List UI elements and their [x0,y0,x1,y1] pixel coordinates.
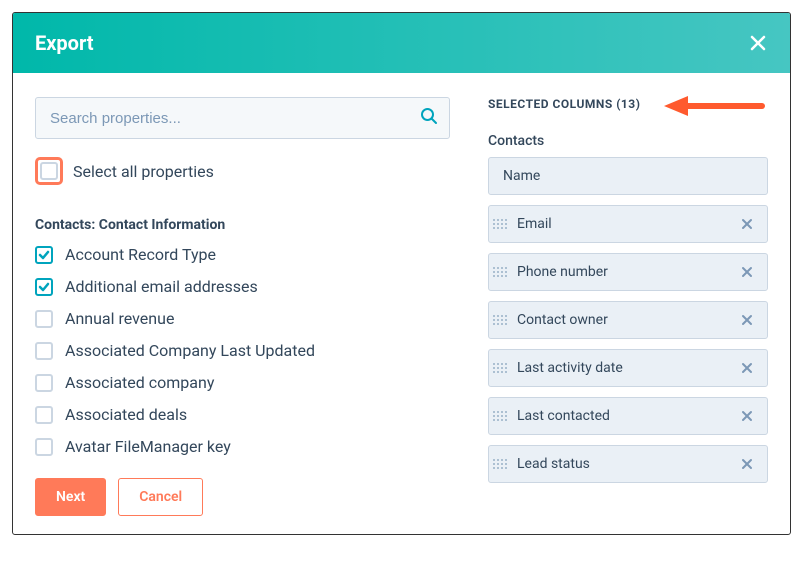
selected-column-label: Name [503,168,757,184]
property-checkbox[interactable] [35,278,53,296]
modal-header: Export [13,13,790,73]
property-list: Account Record Type Additional email addr… [35,245,450,456]
selected-column-item[interactable]: Last contacted [488,397,768,435]
remove-column-button[interactable] [737,454,757,474]
right-pane: SELECTED COLUMNS (13) Contacts Name Email… [478,97,768,516]
selected-columns-group-label: Contacts [488,133,768,149]
property-label: Avatar FileManager key [65,437,231,456]
property-checkbox[interactable] [35,246,53,264]
left-pane: Select all properties Contacts: Contact … [35,97,478,516]
property-checkbox[interactable] [35,406,53,424]
remove-column-button[interactable] [737,406,757,426]
modal-title: Export [35,31,94,55]
footer-buttons: Next Cancel [35,478,450,516]
property-checkbox[interactable] [35,438,53,456]
selected-columns-header: SELECTED COLUMNS (13) [488,97,768,111]
property-item: Avatar FileManager key [35,437,450,456]
property-checkbox[interactable] [35,374,53,392]
remove-column-button[interactable] [737,358,757,378]
property-label: Annual revenue [65,309,174,328]
annotation-highlight-box [35,157,63,185]
cancel-button[interactable]: Cancel [118,478,203,516]
search-icon [420,107,438,129]
selected-column-item[interactable]: Lead status [488,445,768,483]
export-modal: Export S [12,12,791,535]
selected-column-item[interactable]: Name [488,157,768,195]
property-label: Associated Company Last Updated [65,341,315,360]
next-button[interactable]: Next [35,478,106,516]
close-icon [741,266,753,278]
selected-column-label: Phone number [517,264,737,280]
selected-columns-title: SELECTED COLUMNS (13) [488,97,640,111]
remove-column-button[interactable] [737,262,757,282]
drag-handle-icon[interactable] [493,459,507,469]
search-wrap [35,97,450,139]
close-icon [741,218,753,230]
drag-handle-icon[interactable] [493,363,507,373]
search-input[interactable] [35,97,450,139]
close-icon [741,314,753,326]
close-icon [748,33,768,53]
close-icon [741,362,753,374]
drag-handle-icon[interactable] [493,267,507,277]
property-checkbox[interactable] [35,342,53,360]
property-item: Additional email addresses [35,277,450,296]
property-item: Associated deals [35,405,450,424]
property-label: Account Record Type [65,245,216,264]
selected-column-item[interactable]: Contact owner [488,301,768,339]
property-group-title: Contacts: Contact Information [35,217,450,233]
select-all-checkbox[interactable] [40,162,58,180]
property-item: Associated company [35,373,450,392]
close-icon [741,458,753,470]
remove-column-button[interactable] [737,214,757,234]
property-label: Associated deals [65,405,187,424]
property-item: Associated Company Last Updated [35,341,450,360]
selected-column-item[interactable]: Email [488,205,768,243]
selected-column-label: Email [517,216,737,232]
drag-handle-icon[interactable] [493,411,507,421]
selected-column-item[interactable]: Last activity date [488,349,768,387]
drag-handle-icon[interactable] [493,219,507,229]
property-item: Annual revenue [35,309,450,328]
selected-column-label: Lead status [517,456,737,472]
select-all-row: Select all properties [35,157,450,185]
remove-column-button[interactable] [737,310,757,330]
selected-column-label: Last activity date [517,360,737,376]
property-item: Account Record Type [35,245,450,264]
selected-column-item[interactable]: Phone number [488,253,768,291]
select-all-label: Select all properties [73,162,214,181]
selected-column-label: Contact owner [517,312,737,328]
selected-columns-list: Name Email Phone number Contact owner Last a… [488,157,768,483]
close-button[interactable] [748,33,768,53]
close-icon [741,410,753,422]
modal-body: Select all properties Contacts: Contact … [13,73,790,534]
drag-handle-icon[interactable] [493,315,507,325]
selected-columns-count: 13 [621,97,636,111]
selected-column-label: Last contacted [517,408,737,424]
property-label: Additional email addresses [65,277,258,296]
property-label: Associated company [65,373,214,392]
annotation-arrow-icon [658,93,768,119]
selected-columns-title-text: SELECTED COLUMNS [488,97,613,111]
property-checkbox[interactable] [35,310,53,328]
